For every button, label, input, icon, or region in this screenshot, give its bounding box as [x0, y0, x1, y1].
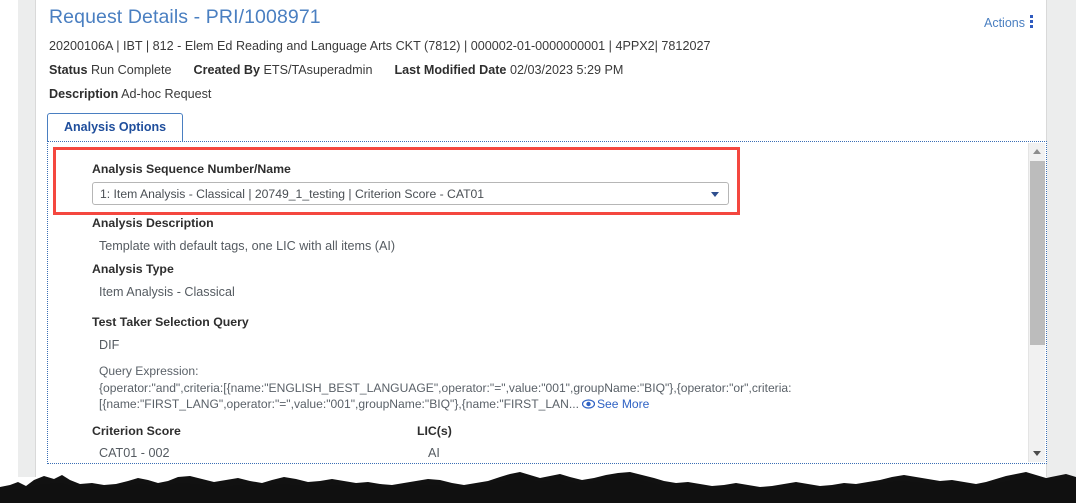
analysis-description-label: Analysis Description — [92, 216, 214, 230]
description-label: Description — [49, 87, 119, 101]
lics-cell: AI — [428, 446, 440, 460]
panel-scrollbar[interactable] — [1028, 143, 1045, 462]
scroll-down-button[interactable] — [1029, 445, 1046, 462]
lics-column-header: LIC(s) — [417, 424, 452, 438]
query-expression-line-2-wrap: [{name:"FIRST_LANG",operator:"=",value:"… — [99, 396, 859, 413]
analysis-sequence-select[interactable]: 1: Item Analysis - Classical | 20749_1_t… — [92, 182, 729, 205]
test-taker-selection-query-value: DIF — [99, 338, 120, 352]
created-by-value: ETS/TAsuperadmin — [263, 63, 373, 77]
page-title: Request Details - PRI/1008971 — [49, 6, 321, 28]
triangle-down-icon — [1033, 451, 1041, 456]
last-modified-value: 02/03/2023 5:29 PM — [509, 63, 624, 77]
identifiers-line: 20200106A | IBT | 812 - Elem Ed Reading … — [49, 39, 711, 53]
created-by-label: Created By — [193, 63, 261, 77]
see-more-label: See More — [596, 397, 650, 411]
panel-content: Analysis Sequence Number/Name 1: Item An… — [48, 142, 1024, 463]
status-line: Status Run Complete Created By ETS/TAsupe… — [49, 63, 623, 77]
status-label: Status — [49, 63, 88, 77]
left-gutter — [0, 0, 18, 477]
tab-analysis-options[interactable]: Analysis Options — [47, 113, 184, 141]
scrollbar-thumb[interactable] — [1030, 161, 1045, 345]
test-taker-selection-query-label: Test Taker Selection Query — [92, 315, 249, 329]
analysis-type-label: Analysis Type — [92, 262, 174, 276]
torn-edge-decoration — [0, 472, 1076, 503]
sequence-number-label: Analysis Sequence Number/Name — [92, 162, 291, 176]
tab-strip: Analysis Options — [47, 113, 1033, 141]
query-expression-block: Query Expression: {operator:"and",criter… — [99, 363, 859, 413]
analysis-type-value: Item Analysis - Classical — [99, 285, 235, 299]
eye-icon — [581, 399, 595, 409]
query-expression-line-2: [{name:"FIRST_LANG",operator:"=",value:"… — [99, 397, 579, 411]
see-more-link[interactable]: See More — [579, 397, 649, 411]
triangle-up-icon — [1033, 149, 1041, 154]
status-value: Run Complete — [91, 63, 172, 77]
analysis-sequence-selected-value: 1: Item Analysis - Classical | 20749_1_t… — [100, 187, 485, 201]
analysis-description-value: Template with default tags, one LIC with… — [99, 239, 396, 253]
analysis-options-panel: Analysis Sequence Number/Name 1: Item An… — [47, 141, 1047, 464]
description-line: Description Ad-hoc Request — [49, 87, 211, 101]
actions-menu-button[interactable]: Actions — [984, 15, 1034, 30]
actions-label: Actions — [984, 15, 1025, 30]
criterion-score-column-header: Criterion Score — [92, 424, 181, 438]
description-value: Ad-hoc Request — [121, 87, 212, 101]
request-details-card: Request Details - PRI/1008971 Actions 20… — [35, 0, 1047, 477]
scroll-up-button[interactable] — [1029, 143, 1046, 160]
query-expression-label: Query Expression: — [99, 364, 199, 378]
chevron-down-icon[interactable] — [711, 192, 719, 197]
kebab-menu-icon[interactable] — [1030, 15, 1034, 30]
criterion-score-cell: CAT01 - 002 — [99, 446, 170, 460]
last-modified-label: Last Modified Date — [394, 63, 507, 77]
query-expression-line-1: {operator:"and",criteria:[{name:"ENGLISH… — [99, 380, 792, 395]
